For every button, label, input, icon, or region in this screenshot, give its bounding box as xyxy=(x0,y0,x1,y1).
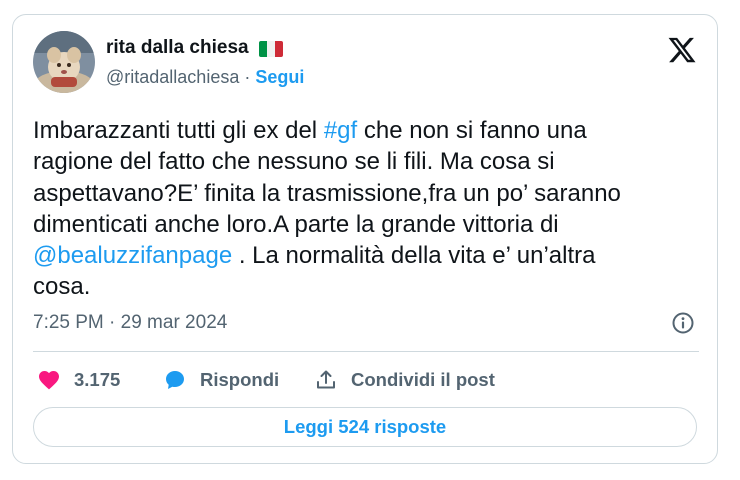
avatar-image xyxy=(33,31,95,93)
tweet-text-line: cosa. xyxy=(33,271,701,302)
italy-flag-icon xyxy=(259,41,283,57)
tweet-text-line: dimenticati anche loro.A parte la grande… xyxy=(33,209,701,240)
x-logo-icon[interactable] xyxy=(667,35,697,65)
tweet-text-line: ragione del fatto che nessuno se li fili… xyxy=(33,146,701,177)
tweet-text-line: Imbarazzanti tutti gli ex del #gf che no… xyxy=(33,115,701,146)
tweet-text-segment: . La normalità della vita e’ un’altra xyxy=(232,242,596,270)
tweet-text-segment: dimenticati anche loro.A parte la grande… xyxy=(33,210,559,238)
tweet-card: rita dalla chiesa @ritadallachiesa · Seg… xyxy=(12,14,718,464)
mention-link[interactable]: @bealuzzifanpage xyxy=(33,242,232,269)
separator-dot: · xyxy=(244,67,251,87)
tweet-text-segment: cosa. xyxy=(33,273,91,301)
share-button[interactable]: Condividi il post xyxy=(314,365,495,395)
divider xyxy=(33,351,699,352)
action-bar: 3.175 Rispondi Condividi il post xyxy=(13,365,717,395)
read-replies-button[interactable]: Leggi 524 risposte xyxy=(33,407,697,447)
tweet-text-segment: Imbarazzanti tutti gli ex del xyxy=(33,117,324,144)
like-count: 3.175 xyxy=(74,369,121,390)
author-display-name[interactable]: rita dalla chiesa xyxy=(106,37,249,59)
heart-icon xyxy=(39,371,59,390)
tweet-timestamp[interactable]: 7:25 PM · 29 mar 2024 xyxy=(33,312,227,334)
tweet-text-segment: che non si fanno una xyxy=(357,117,587,144)
author-handle[interactable]: @ritadallachiesa xyxy=(106,67,239,87)
share-label: Condividi il post xyxy=(351,369,495,390)
reply-label: Rispondi xyxy=(200,369,280,390)
reply-bubble-icon xyxy=(166,371,184,389)
reply-button[interactable]: Rispondi xyxy=(163,365,279,395)
author-handle-row: @ritadallachiesa · Segui xyxy=(106,67,304,88)
tweet-text-line: aspettavano?E’ finita la trasmissione,fr… xyxy=(33,178,701,209)
follow-link[interactable]: Segui xyxy=(255,67,304,87)
tweet-text: Imbarazzanti tutti gli ex del #gf che no… xyxy=(33,115,701,303)
like-button[interactable]: 3.175 xyxy=(37,365,120,395)
info-icon[interactable] xyxy=(671,311,695,335)
avatar[interactable] xyxy=(33,31,95,93)
hashtag-link[interactable]: #gf xyxy=(324,117,357,144)
tweet-text-segment: aspettavano?E’ finita la trasmissione,fr… xyxy=(33,179,621,207)
tweet-text-line: @bealuzzifanpage . La normalità della vi… xyxy=(33,240,701,271)
share-icon xyxy=(317,370,335,389)
tweet-text-segment: ragione del fatto che nessuno se li fili… xyxy=(33,148,555,176)
